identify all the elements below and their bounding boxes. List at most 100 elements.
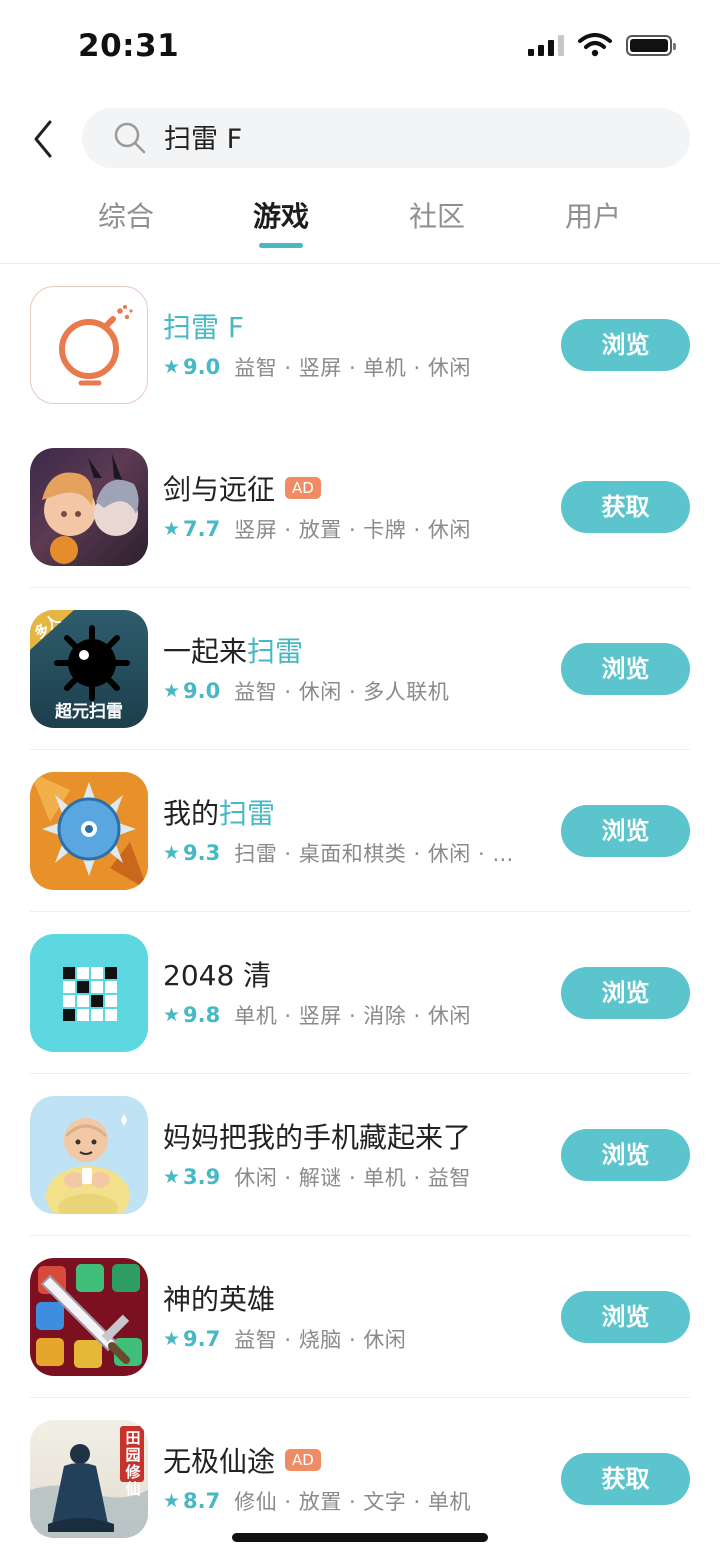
- old-man-icon: [46, 1114, 130, 1214]
- app-name[interactable]: 2048 清: [163, 954, 271, 994]
- list-item[interactable]: 扫雷 F ★ 9.0 益智 · 竖屏 · 单机 · 休闲 浏览: [0, 264, 720, 426]
- active-tab-indicator: [259, 243, 303, 248]
- bomb-icon: [59, 305, 133, 386]
- app-meta: ★ 8.7 修仙 · 放置 · 文字 · 单机: [163, 1486, 471, 1516]
- app-score: 3.9: [183, 1165, 221, 1189]
- status-bar: 20:31: [0, 0, 720, 95]
- tab-bar: 综合 游戏 社区 用户: [0, 195, 720, 263]
- star-icon: ★: [163, 1004, 181, 1026]
- app-meta: ★ 9.0 益智 · 竖屏 · 单机 · 休闲: [163, 352, 471, 382]
- browse-button[interactable]: 浏览: [561, 967, 690, 1019]
- cellular-signal-icon: [528, 34, 564, 56]
- app-name-plain: 剑与远征: [163, 473, 276, 506]
- app-name-highlight: 扫雷: [219, 797, 276, 830]
- app-name-plain: 无极仙途: [163, 1445, 276, 1478]
- back-button[interactable]: [22, 116, 66, 162]
- browse-button[interactable]: 浏览: [561, 1129, 690, 1181]
- app-name-highlight: 扫雷: [247, 635, 304, 668]
- app-name-plain: 我的: [163, 797, 220, 830]
- chevron-left-icon: [34, 120, 52, 158]
- app-meta: ★ 3.9 休闲 · 解谜 · 单机 · 益智: [163, 1162, 471, 1192]
- app-tags: 益智 · 竖屏 · 单机 · 休闲: [234, 356, 471, 380]
- app-score: 9.3: [183, 841, 221, 865]
- list-item[interactable]: 我的扫雷 ★ 9.3 扫雷 · 桌面和棋类 · 休闲 · … 浏览: [0, 750, 720, 912]
- app-name-highlight: 扫雷 F: [163, 311, 245, 344]
- app-tags: 修仙 · 放置 · 文字 · 单机: [234, 1490, 471, 1514]
- star-icon: ★: [163, 1490, 181, 1512]
- app-score: 7.7: [183, 517, 221, 541]
- tab-users[interactable]: 用户: [533, 195, 653, 235]
- status-time: 20:31: [78, 28, 180, 64]
- browse-button[interactable]: 浏览: [561, 805, 690, 857]
- tab-all[interactable]: 综合: [66, 195, 186, 235]
- search-row: [0, 108, 720, 170]
- app-name-plain: 妈妈把我的手机藏起来了: [163, 1121, 472, 1154]
- get-button[interactable]: 获取: [561, 1453, 690, 1505]
- app-name-plain: 神的英雄: [163, 1283, 276, 1316]
- app-name[interactable]: 妈妈把我的手机藏起来了: [163, 1116, 471, 1156]
- app-tags: 单机 · 竖屏 · 消除 · 休闲: [234, 1004, 471, 1028]
- browse-button[interactable]: 浏览: [561, 643, 690, 695]
- app-icon-wuji-xiantu[interactable]: 田园修仙: [30, 1420, 148, 1538]
- search-box[interactable]: [82, 108, 690, 168]
- app-name[interactable]: 神的英雄: [163, 1278, 275, 1318]
- app-meta: ★ 9.7 益智 · 烧脑 · 休闲: [163, 1324, 406, 1354]
- app-name[interactable]: 扫雷 F: [163, 306, 244, 346]
- get-button[interactable]: 获取: [561, 481, 690, 533]
- app-score: 9.8: [183, 1003, 221, 1027]
- app-name[interactable]: 我的扫雷: [163, 792, 275, 832]
- app-name[interactable]: 剑与远征 AD: [163, 468, 321, 508]
- app-meta: ★ 9.3 扫雷 · 桌面和棋类 · 休闲 · …: [163, 838, 514, 868]
- battery-icon: [626, 34, 676, 56]
- star-icon: ★: [163, 518, 181, 540]
- app-tags: 休闲 · 解谜 · 单机 · 益智: [234, 1166, 471, 1190]
- app-tags: 竖屏 · 放置 · 卡牌 · 休闲: [234, 518, 471, 542]
- ad-badge: AD: [285, 477, 321, 499]
- app-tags: 益智 · 休闲 · 多人联机: [234, 680, 450, 704]
- spiked-mine-icon: [30, 772, 148, 890]
- list-item[interactable]: 神的英雄 ★ 9.7 益智 · 烧脑 · 休闲 浏览: [0, 1236, 720, 1398]
- app-name-plain: 2048 清: [163, 959, 272, 992]
- list-item[interactable]: 妈妈把我的手机藏起来了 ★ 3.9 休闲 · 解谜 · 单机 · 益智 浏览: [0, 1074, 720, 1236]
- app-score: 9.0: [183, 679, 221, 703]
- app-tags: 益智 · 烧脑 · 休闲: [234, 1328, 407, 1352]
- star-icon: ★: [163, 842, 181, 864]
- star-icon: ★: [163, 680, 181, 702]
- app-icon-gods-heroes[interactable]: [30, 1258, 148, 1376]
- anime-characters-icon: [42, 454, 139, 564]
- browse-button[interactable]: 浏览: [561, 1291, 690, 1343]
- icon-bottom-label: 超元扫雷: [55, 702, 123, 722]
- app-score: 9.7: [183, 1327, 221, 1351]
- star-icon: ★: [163, 1166, 181, 1188]
- app-icon-afk-arena[interactable]: [30, 448, 148, 566]
- app-meta: ★ 9.0 益智 · 休闲 · 多人联机: [163, 676, 449, 706]
- app-meta: ★ 7.7 竖屏 · 放置 · 卡牌 · 休闲: [163, 514, 471, 544]
- app-name[interactable]: 一起来扫雷: [163, 630, 303, 670]
- app-score: 8.7: [183, 1489, 221, 1513]
- app-icon-bomb[interactable]: [30, 286, 148, 404]
- sword-gems-icon: [36, 1264, 142, 1368]
- grid-puzzle-icon: [61, 965, 119, 1023]
- home-indicator[interactable]: [232, 1533, 488, 1542]
- tab-community[interactable]: 社区: [377, 195, 497, 235]
- star-icon: ★: [163, 356, 181, 378]
- app-score: 9.0: [183, 355, 221, 379]
- wifi-icon: [578, 33, 612, 57]
- status-icons: [528, 33, 676, 57]
- list-item[interactable]: 剑与远征 AD ★ 7.7 竖屏 · 放置 · 卡牌 · 休闲 获取: [0, 426, 720, 588]
- ad-badge: AD: [285, 1449, 321, 1471]
- app-name[interactable]: 无极仙途 AD: [163, 1440, 321, 1480]
- app-icon-mom-hid-phone[interactable]: [30, 1096, 148, 1214]
- list-item[interactable]: 多人 超元扫雷 一起来扫雷 ★ 9.0 益智 · 休闲 · 多人联机 浏览: [0, 588, 720, 750]
- icon-side-label: 田园修仙: [125, 1429, 141, 1498]
- browse-button[interactable]: 浏览: [561, 319, 690, 371]
- tab-games[interactable]: 游戏: [221, 195, 341, 235]
- app-name-plain: 一起来: [163, 635, 248, 668]
- app-icon-my-minesweeper[interactable]: [30, 772, 148, 890]
- app-icon-minesweeper-multiplayer[interactable]: 多人 超元扫雷: [30, 610, 148, 728]
- app-icon-2048[interactable]: [30, 934, 148, 1052]
- list-item[interactable]: 2048 清 ★ 9.8 单机 · 竖屏 · 消除 · 休闲 浏览: [0, 912, 720, 1074]
- app-meta: ★ 9.8 单机 · 竖屏 · 消除 · 休闲: [163, 1000, 471, 1030]
- search-input[interactable]: [164, 121, 664, 152]
- search-icon: [114, 122, 146, 154]
